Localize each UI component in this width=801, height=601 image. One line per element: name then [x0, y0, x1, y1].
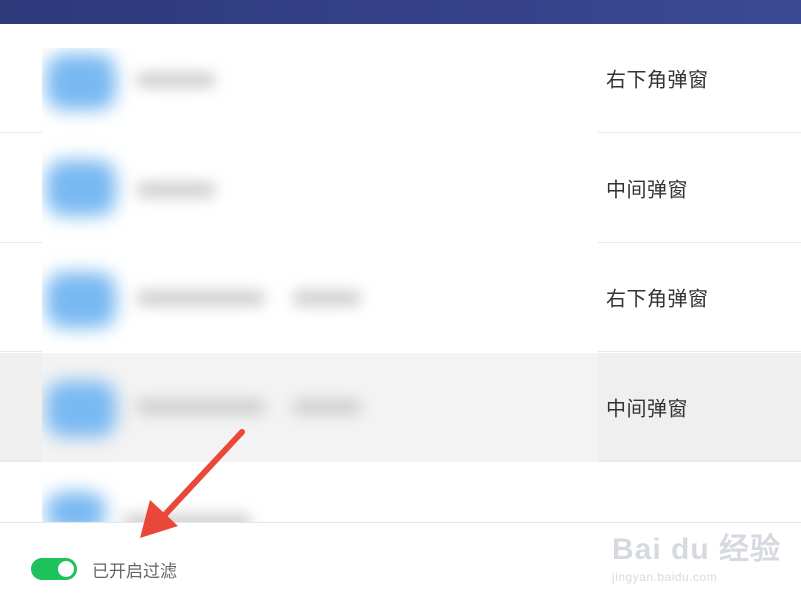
app-name-placeholder — [292, 290, 362, 306]
blurred-app-entry — [42, 462, 598, 522]
app-icon — [46, 381, 116, 437]
blurred-app-names-overlay — [42, 48, 598, 522]
popup-type-label: 右下角弹窗 — [606, 67, 709, 92]
app-name-placeholder — [136, 399, 266, 415]
window-title-bar — [0, 0, 801, 24]
popup-type-label: 中间弹窗 — [606, 177, 688, 202]
app-icon — [46, 272, 116, 328]
toggle-knob — [58, 561, 74, 577]
filter-toggle-switch[interactable] — [31, 558, 77, 580]
filter-status-label: 已开启过滤 — [92, 562, 177, 582]
app-icon — [46, 160, 116, 216]
app-name-placeholder — [136, 182, 216, 198]
blurred-app-entry — [42, 244, 598, 353]
app-name-placeholder — [292, 399, 362, 415]
filter-footer: 已开启过滤 — [0, 522, 801, 601]
app-name-placeholder — [136, 290, 266, 306]
popup-type-label: 中间弹窗 — [606, 396, 688, 421]
app-icon — [46, 492, 106, 522]
app-icon — [46, 54, 116, 110]
app-name-placeholder — [136, 72, 216, 88]
app-name-placeholder — [122, 514, 252, 522]
blurred-app-entry — [42, 353, 598, 462]
blurred-app-entry — [42, 134, 598, 243]
popup-type-label: 右下角弹窗 — [606, 286, 709, 311]
